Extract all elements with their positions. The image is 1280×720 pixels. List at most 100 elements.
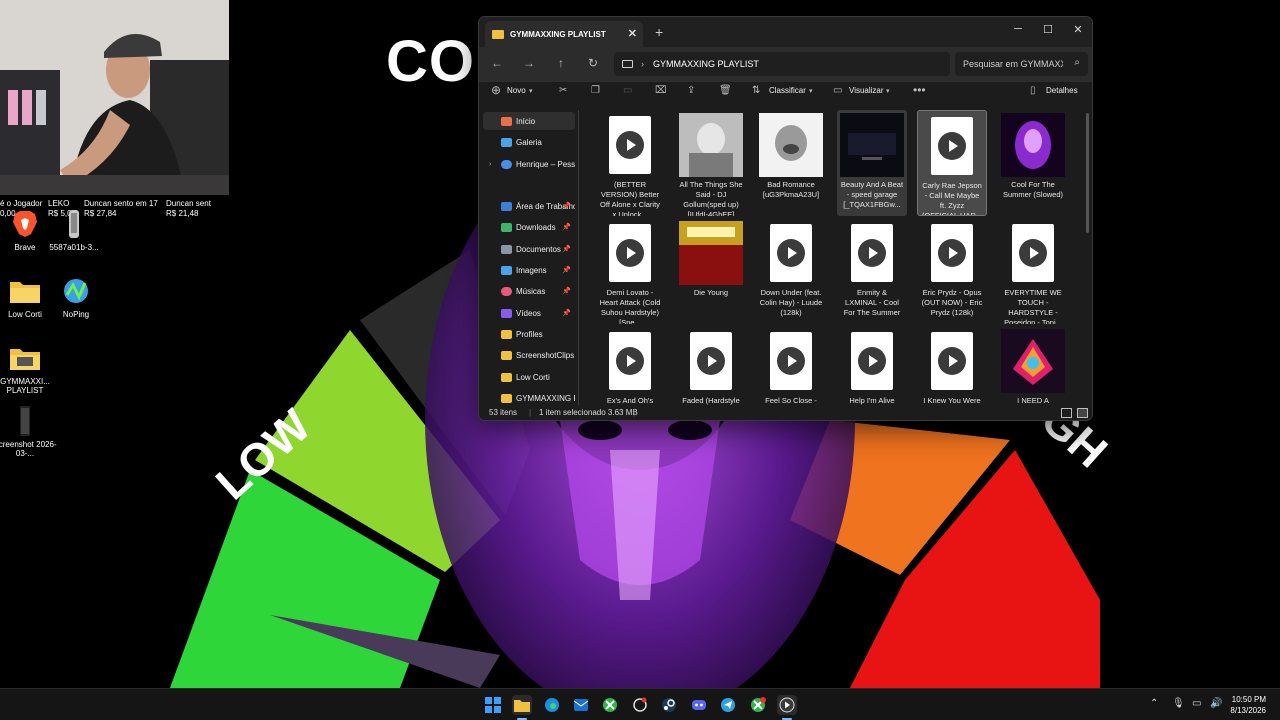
nav-item-profiles[interactable]: Profiles: [483, 325, 575, 343]
file-item[interactable]: Ex's And Oh's (Hardstyle): [595, 326, 665, 406]
pane-divider[interactable]: [578, 110, 579, 405]
file-item[interactable]: Faded (Hardstyle Remix): [676, 326, 746, 406]
file-item[interactable]: I NEED A DOCTOR: [998, 326, 1068, 406]
edge-icon: [545, 698, 559, 712]
download-icon: [501, 222, 512, 232]
new-button[interactable]: Novo: [507, 86, 526, 95]
network-icon[interactable]: ▭: [1192, 698, 1201, 709]
taskbar-chatgpt[interactable]: [630, 695, 650, 715]
file-item[interactable]: Die Young: [676, 218, 746, 324]
file-item[interactable]: Cool For The Summer (Slowed): [998, 110, 1068, 216]
nav-item-gallery[interactable]: Galeria: [483, 133, 575, 151]
folder-icon: [501, 350, 512, 360]
microphone-icon[interactable]: 🎙: [1172, 698, 1185, 709]
system-clock[interactable]: 10:50 PM 8/13/2026: [1230, 694, 1266, 716]
taskbar-edge[interactable]: [542, 695, 562, 715]
nav-item-pictures[interactable]: Imagens 📌: [483, 261, 575, 279]
show-hidden-icons-chevron-up-icon[interactable]: ⌃: [1150, 698, 1158, 709]
file-item[interactable]: Beauty And A Beat - speed garage [_TQAX1…: [837, 110, 907, 216]
nav-item-gymmaxxing-playlist[interactable]: GYMMAXXING PLAYLIST: [483, 389, 575, 405]
new-tab-button[interactable]: +: [655, 24, 663, 40]
taskbar-xbox[interactable]: [600, 695, 620, 715]
nav-item-onedrive[interactable]: › Henrique – Pessoal: [483, 155, 575, 173]
back-arrow-icon[interactable]: ←: [489, 56, 505, 70]
file-item[interactable]: Bad Romance [uG3PkmaA23U]: [756, 110, 826, 216]
taskbar-media-player[interactable]: [777, 695, 797, 720]
search-field[interactable]: Pesquisar em GYMMAXXING PLAYLIST ⌕: [955, 52, 1088, 76]
desktop-label: LEKO: [48, 199, 70, 208]
nav-item-home[interactable]: Início: [483, 112, 575, 130]
chevron-right-icon[interactable]: ›: [489, 161, 491, 168]
file-item[interactable]: Enmity & LXMINAL - Cool For The Summer: [837, 218, 907, 324]
file-explorer-window[interactable]: GYMMAXXING PLAYLIST ✕ + ─ ☐ ✕ ← → ↑ ↻ › …: [478, 16, 1093, 421]
taskbar-telegram[interactable]: [718, 695, 738, 715]
file-item[interactable]: All The Things She Said - DJ Gollum(sped…: [676, 110, 746, 216]
file-item[interactable]: Feel So Close - Calvin Harris: [756, 326, 826, 406]
desktop-icon-screenshot[interactable]: Screenshot 2026-03-...: [0, 405, 57, 458]
copy-icon[interactable]: ❐: [591, 85, 600, 96]
file-item[interactable]: Demi Lovato - Heart Attack (Cold Suhou H…: [595, 218, 665, 324]
details-button[interactable]: Detalhes: [1046, 86, 1078, 95]
share-icon[interactable]: ⇪: [687, 85, 695, 96]
address-path: GYMMAXXING PLAYLIST: [653, 59, 759, 69]
nav-item-low-corti[interactable]: Low Corti: [483, 368, 575, 386]
desktop-icon-noping[interactable]: NoPing: [44, 275, 108, 319]
details-view-icon[interactable]: [1061, 408, 1072, 418]
nav-item-label: Documentos: [516, 244, 561, 254]
refresh-icon[interactable]: ↻: [585, 56, 601, 70]
taskbar-file-explorer[interactable]: [512, 695, 532, 720]
title-bar[interactable]: GYMMAXXING PLAYLIST ✕ + ─ ☐ ✕: [479, 17, 1092, 47]
file-item[interactable]: I Knew You Were Trouble: [917, 326, 987, 406]
rename-icon[interactable]: ⌧: [655, 85, 667, 96]
nav-item-videos[interactable]: Vídeos 📌: [483, 304, 575, 322]
close-tab-icon[interactable]: ✕: [628, 27, 637, 40]
file-item[interactable]: Help I'm Alive (PHONK Remix): [837, 326, 907, 406]
vertical-scrollbar[interactable]: [1086, 113, 1089, 233]
taskbar-outlook[interactable]: [571, 695, 591, 715]
file-item[interactable]: EVERYTIME WE TOUCH - HARDSTYLE - Poseido…: [998, 218, 1068, 324]
file-item[interactable]: Carly Rae Jepson - Call Me Maybe ft. Zyz…: [917, 110, 987, 216]
cut-icon[interactable]: ✂: [559, 85, 567, 96]
paste-icon[interactable]: ▭: [623, 85, 632, 96]
more-options-icon[interactable]: •••: [913, 83, 926, 97]
album-art-thumbnail: [759, 113, 823, 177]
taskbar-xbox-app[interactable]: [748, 695, 768, 715]
chevron-right-icon: ›: [641, 59, 644, 69]
file-item[interactable]: Down Under (feat. Colin Hay) - Luude (12…: [756, 218, 826, 324]
nav-item-screenshotclips[interactable]: ScreenshotClips: [483, 346, 575, 364]
nav-item-downloads[interactable]: Downloads 📌: [483, 218, 575, 236]
audio-file-icon: [1012, 224, 1054, 282]
maximize-button[interactable]: ☐: [1038, 23, 1058, 36]
nav-item-music[interactable]: Músicas 📌: [483, 282, 575, 300]
nav-item-desktop[interactable]: Área de Trabalho 📌: [483, 197, 575, 215]
tiles-view-icon[interactable]: [1077, 408, 1088, 418]
forward-arrow-icon[interactable]: →: [521, 56, 537, 70]
taskbar-steam[interactable]: [659, 695, 679, 715]
desktop-icon-label: 5587a01b-3...: [49, 243, 99, 252]
desktop-icon-file[interactable]: 5587a01b-3...: [42, 208, 106, 252]
start-button[interactable]: [483, 695, 503, 715]
explorer-tab[interactable]: GYMMAXXING PLAYLIST ✕: [485, 21, 643, 47]
nav-item-label: Henrique – Pessoal: [516, 159, 575, 169]
delete-icon[interactable]: 🗑: [719, 85, 732, 96]
up-arrow-icon[interactable]: ↑: [553, 56, 569, 70]
close-window-button[interactable]: ✕: [1068, 23, 1088, 36]
folder-icon: [514, 700, 530, 712]
view-button[interactable]: Visualizar: [849, 86, 884, 95]
noping-icon: [60, 275, 92, 307]
address-bar-row: ← → ↑ ↻ › GYMMAXXING PLAYLIST Pesquisar …: [479, 47, 1092, 81]
nav-item-label: Início: [516, 116, 536, 126]
file-name: Eric Prydz - Opus (OUT NOW) - Eric Prydz…: [921, 288, 983, 317]
taskbar-discord[interactable]: [689, 695, 709, 715]
desktop-icon-gymmaxxing-playlist[interactable]: GYMMAXXI... PLAYLIST: [0, 342, 57, 395]
nav-item-documents[interactable]: Documentos 📌: [483, 240, 575, 258]
volume-icon[interactable]: 🔊: [1210, 698, 1222, 709]
audio-file-icon: [770, 224, 812, 282]
sort-button[interactable]: Classificar: [769, 86, 806, 95]
address-bar[interactable]: › GYMMAXXING PLAYLIST: [614, 52, 950, 76]
status-separator: |: [633, 408, 636, 417]
file-item[interactable]: (BETTER VERSION) Better Off Alone x Clar…: [595, 110, 665, 216]
file-item[interactable]: Eric Prydz - Opus (OUT NOW) - Eric Prydz…: [917, 218, 987, 324]
minimize-button[interactable]: ─: [1008, 23, 1028, 35]
file-icon: [58, 208, 90, 240]
